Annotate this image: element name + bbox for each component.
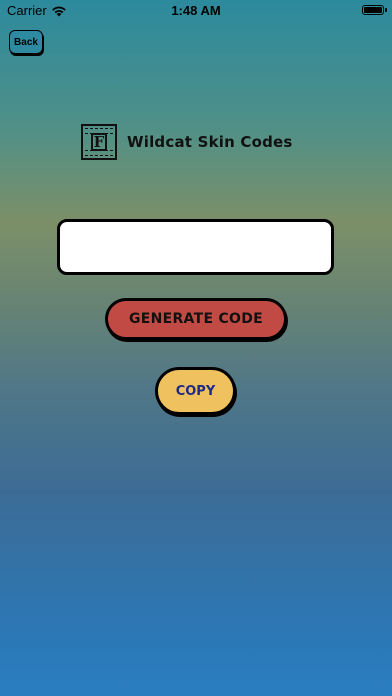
page-title: Wildcat Skin Codes [127, 133, 293, 151]
generate-code-button[interactable]: GENERATE CODE [105, 298, 287, 340]
back-button[interactable]: Back [9, 30, 43, 54]
code-output-field[interactable] [57, 219, 334, 275]
status-bar: Carrier 1:48 AM [0, 0, 392, 22]
status-time: 1:48 AM [171, 3, 221, 18]
copy-button[interactable]: COPY [155, 367, 236, 415]
fortnite-f-logo-icon: F [81, 124, 117, 160]
app-header: F Wildcat Skin Codes [81, 123, 293, 161]
battery-icon [362, 5, 387, 15]
logo-letter: F [91, 133, 107, 151]
